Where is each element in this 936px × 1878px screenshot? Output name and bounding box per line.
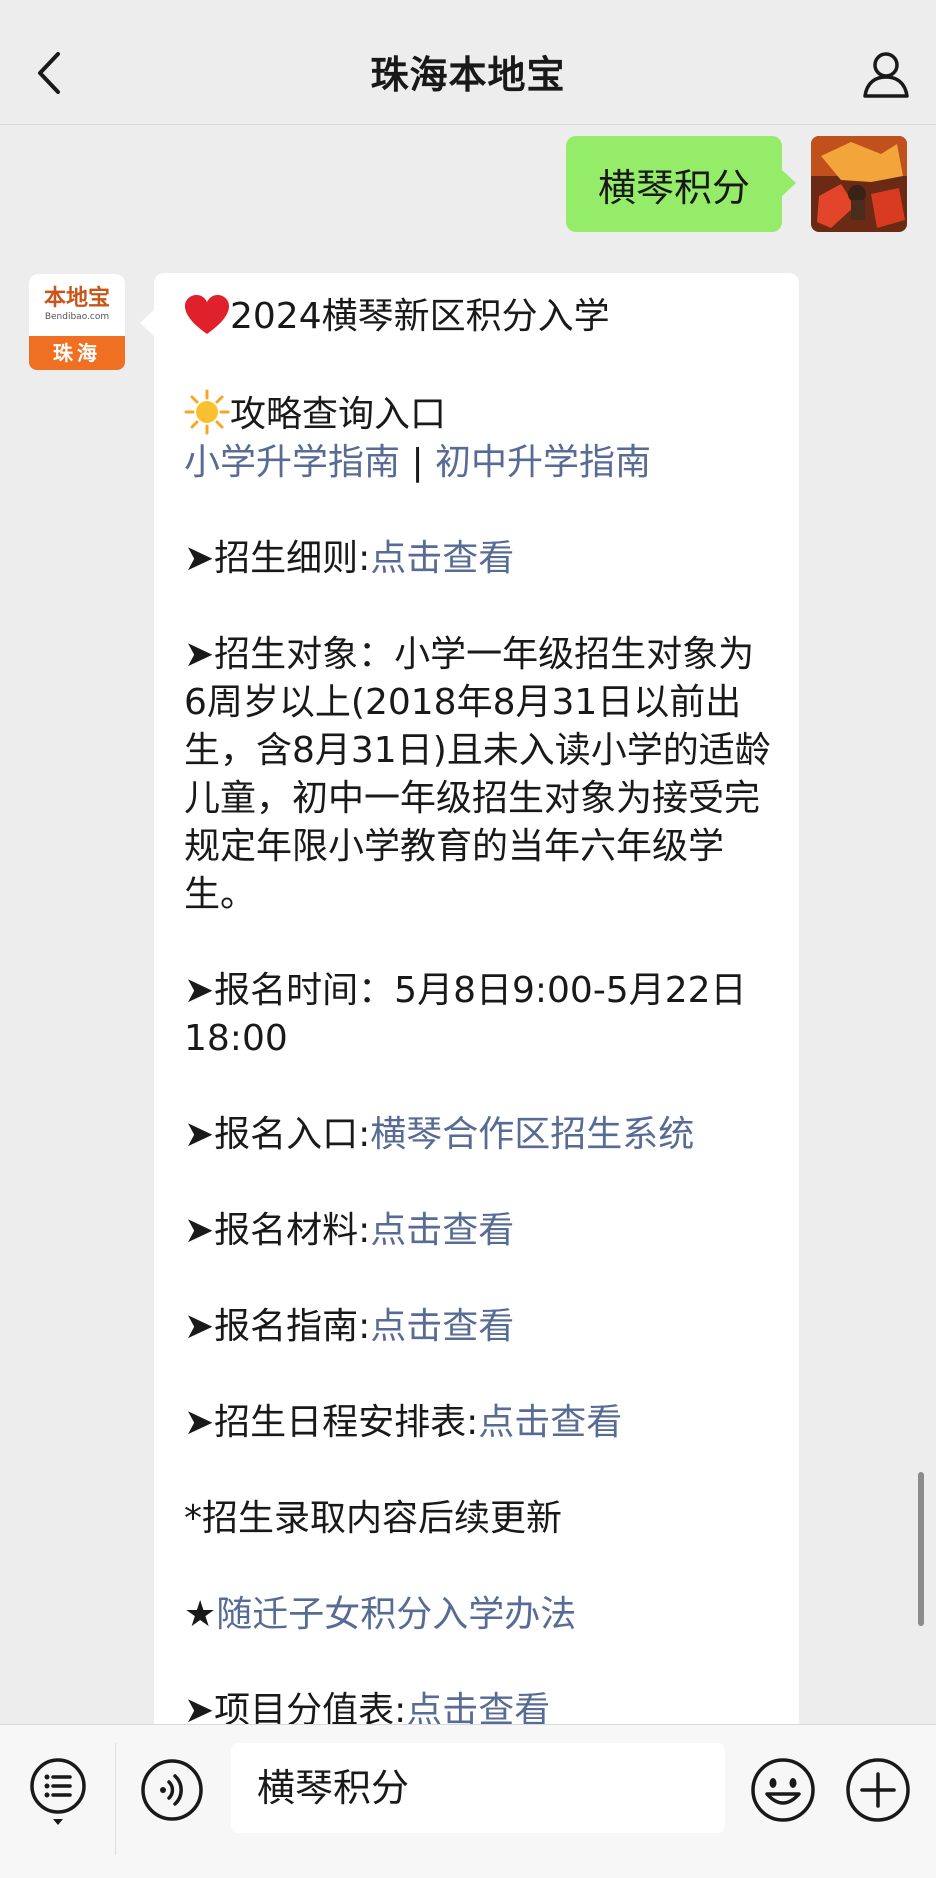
enrollment-target-text: ➤招生对象：小学一年级招生对象为6周岁以上(2018年8月31日以前出生，含8月…	[184, 634, 771, 915]
entry-link[interactable]: 横琴合作区招生系统	[370, 1114, 694, 1155]
menu-button[interactable]	[27, 1755, 89, 1833]
menu-list-icon	[30, 1758, 86, 1825]
emoji-icon	[751, 1758, 815, 1822]
profile-icon	[863, 52, 909, 98]
page-title: 珠海本地宝	[370, 53, 566, 97]
user-avatar[interactable]	[811, 136, 907, 232]
avatar-logo-text: 本地宝	[43, 286, 110, 311]
materials-link[interactable]: 点击查看	[370, 1210, 514, 1251]
registration-time-text: ➤报名时间：5月8日9:00-5月22日18:00	[184, 970, 747, 1059]
registration-guide-link[interactable]: 点击查看	[370, 1306, 514, 1347]
rules-link[interactable]: 点击查看	[370, 538, 514, 579]
schedule-label: ➤招生日程安排表:	[184, 1402, 479, 1443]
plus-icon	[846, 1758, 910, 1822]
voice-icon	[141, 1759, 203, 1821]
materials-label: ➤报名材料:	[184, 1210, 371, 1251]
registration-guide-label: ➤报名指南:	[184, 1306, 371, 1347]
star-icon: ★	[184, 1594, 217, 1635]
entry-label: ➤报名入口:	[184, 1114, 371, 1155]
top-nav-bar: 珠海本地宝	[0, 0, 936, 125]
message-title: 2024横琴新区积分入学	[230, 296, 610, 337]
voice-button[interactable]	[140, 1758, 204, 1822]
outgoing-message-bubble[interactable]: 横琴积分	[566, 136, 796, 232]
message-input[interactable]: 横琴积分	[231, 1743, 725, 1833]
bot-avatar[interactable]: 本地宝 Bendibao.com 珠海	[29, 274, 125, 370]
sun-icon	[184, 389, 230, 435]
avatar-logo-sub: Bendibao.com	[44, 312, 110, 322]
more-button[interactable]	[845, 1757, 911, 1823]
guide-separator: |	[400, 442, 436, 483]
input-toolbar: 横琴积分	[0, 1724, 936, 1878]
rules-label: ➤招生细则:	[184, 538, 371, 579]
emoji-button[interactable]	[750, 1757, 816, 1823]
primary-school-guide-link[interactable]: 小学升学指南	[184, 442, 400, 483]
user-avatar-image	[811, 136, 907, 232]
policy-link[interactable]: 随迁子女积分入学办法	[216, 1594, 576, 1635]
middle-school-guide-link[interactable]: 初中升学指南	[435, 442, 651, 483]
update-note: *招生录取内容后续更新	[184, 1498, 563, 1539]
profile-button[interactable]	[858, 46, 914, 102]
schedule-link[interactable]: 点击查看	[478, 1402, 622, 1443]
chat-scrollbar[interactable]	[918, 1472, 924, 1626]
incoming-message-bubble: 2024横琴新区积分入学 攻略查询入口 小学升学指南 | 初中升学指南 ➤招生细…	[154, 273, 799, 1733]
guide-label: 攻略查询入口	[230, 394, 447, 435]
heart-icon	[185, 295, 229, 334]
avatar-city-label: 珠海	[53, 341, 101, 365]
